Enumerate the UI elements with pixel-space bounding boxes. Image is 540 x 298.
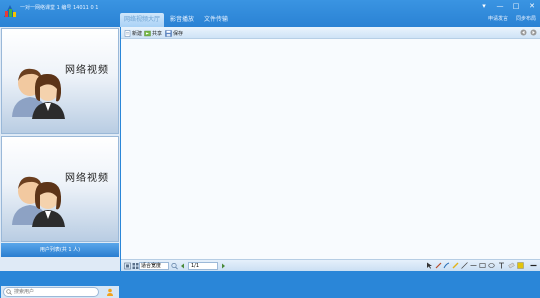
color-picker-icon[interactable]	[517, 262, 524, 269]
grid-icon[interactable]	[132, 262, 139, 270]
line-width-icon[interactable]	[530, 262, 537, 269]
page-nav	[520, 29, 537, 36]
video-panel-2[interactable]: 网络视频	[1, 136, 119, 242]
zoom-select[interactable]: 适合宽度	[139, 262, 169, 270]
whiteboard-canvas[interactable]	[121, 39, 540, 259]
add-user-icon[interactable]	[106, 288, 114, 296]
search-bar	[1, 286, 119, 298]
users-avatar-icon	[12, 176, 65, 227]
main-area: 新建 共享 保存 适合宽度 1/1	[121, 27, 540, 271]
tab-media-play[interactable]: 影音播放	[166, 13, 198, 27]
new-label: 新建	[132, 30, 143, 37]
line-tool-icon[interactable]	[461, 262, 468, 269]
tab-file-transfer[interactable]: 文件传输	[200, 13, 232, 27]
rectangle-tool-icon[interactable]	[479, 262, 486, 269]
new-button[interactable]: 新建	[124, 29, 142, 37]
prev-page-icon[interactable]	[179, 262, 186, 270]
share-icon	[144, 30, 151, 36]
next-page-icon[interactable]	[220, 262, 227, 270]
minus-line-icon[interactable]	[470, 262, 477, 269]
maximize-icon[interactable]: □	[512, 2, 520, 10]
save-icon	[165, 29, 172, 37]
zoom-in-icon[interactable]	[171, 262, 178, 270]
menu-dropdown-icon[interactable]: ▾	[480, 2, 488, 10]
search-icon	[6, 289, 12, 295]
apply-speak-link[interactable]: 申请发言	[488, 15, 508, 22]
user-list-header[interactable]: 用户列表(共 1 人)	[1, 243, 119, 257]
app-logo-icon	[4, 5, 16, 17]
sidebar: 网络视频 网络视频 用户列表(共 1 人)	[0, 27, 120, 298]
share-button[interactable]: 共享	[144, 29, 162, 37]
fit-page-icon[interactable]	[124, 262, 131, 270]
app-title: 一对一网络课堂 1 编号 14011 0 1	[20, 5, 99, 11]
title-bar: 一对一网络课堂 1 编号 14011 0 1 网络视频大厅 影音播放 文件传输 …	[0, 0, 540, 27]
save-button[interactable]: 保存	[165, 29, 183, 37]
tab-bar: 网络视频大厅 影音播放 文件传输	[120, 13, 234, 27]
bottom-toolbar: 适合宽度 1/1	[121, 259, 540, 271]
window-controls: ▾ — □ ✕	[480, 2, 536, 10]
share-label: 共享	[152, 30, 163, 37]
save-label: 保存	[173, 30, 184, 37]
users-avatar-icon	[12, 68, 65, 119]
arrow-left-icon[interactable]	[520, 29, 527, 36]
page-select[interactable]: 1/1	[188, 262, 218, 270]
minimize-icon[interactable]: —	[496, 2, 504, 10]
video-label: 网络视频	[65, 173, 109, 184]
eraser-tool-icon[interactable]	[508, 262, 515, 269]
video-label: 网络视频	[65, 65, 109, 76]
ellipse-tool-icon[interactable]	[488, 262, 495, 269]
tab-video-hall[interactable]: 网络视频大厅	[120, 13, 165, 27]
pencil-tool-icon[interactable]	[435, 262, 442, 269]
sync-layout-link[interactable]: 同步布局	[516, 15, 536, 22]
whiteboard-toolbar: 新建 共享 保存	[121, 27, 540, 39]
header-links: 申请发言 同步布局	[488, 15, 536, 22]
text-tool-icon[interactable]	[498, 262, 505, 269]
search-input[interactable]	[3, 287, 99, 297]
pointer-tool-icon[interactable]	[426, 262, 433, 269]
close-icon[interactable]: ✕	[528, 2, 536, 10]
highlighter-tool-icon[interactable]	[452, 262, 459, 269]
arrow-right-icon[interactable]	[530, 29, 537, 36]
new-doc-icon	[124, 29, 131, 37]
video-panel-1[interactable]: 网络视频	[1, 28, 119, 134]
brush-tool-icon[interactable]	[443, 262, 450, 269]
